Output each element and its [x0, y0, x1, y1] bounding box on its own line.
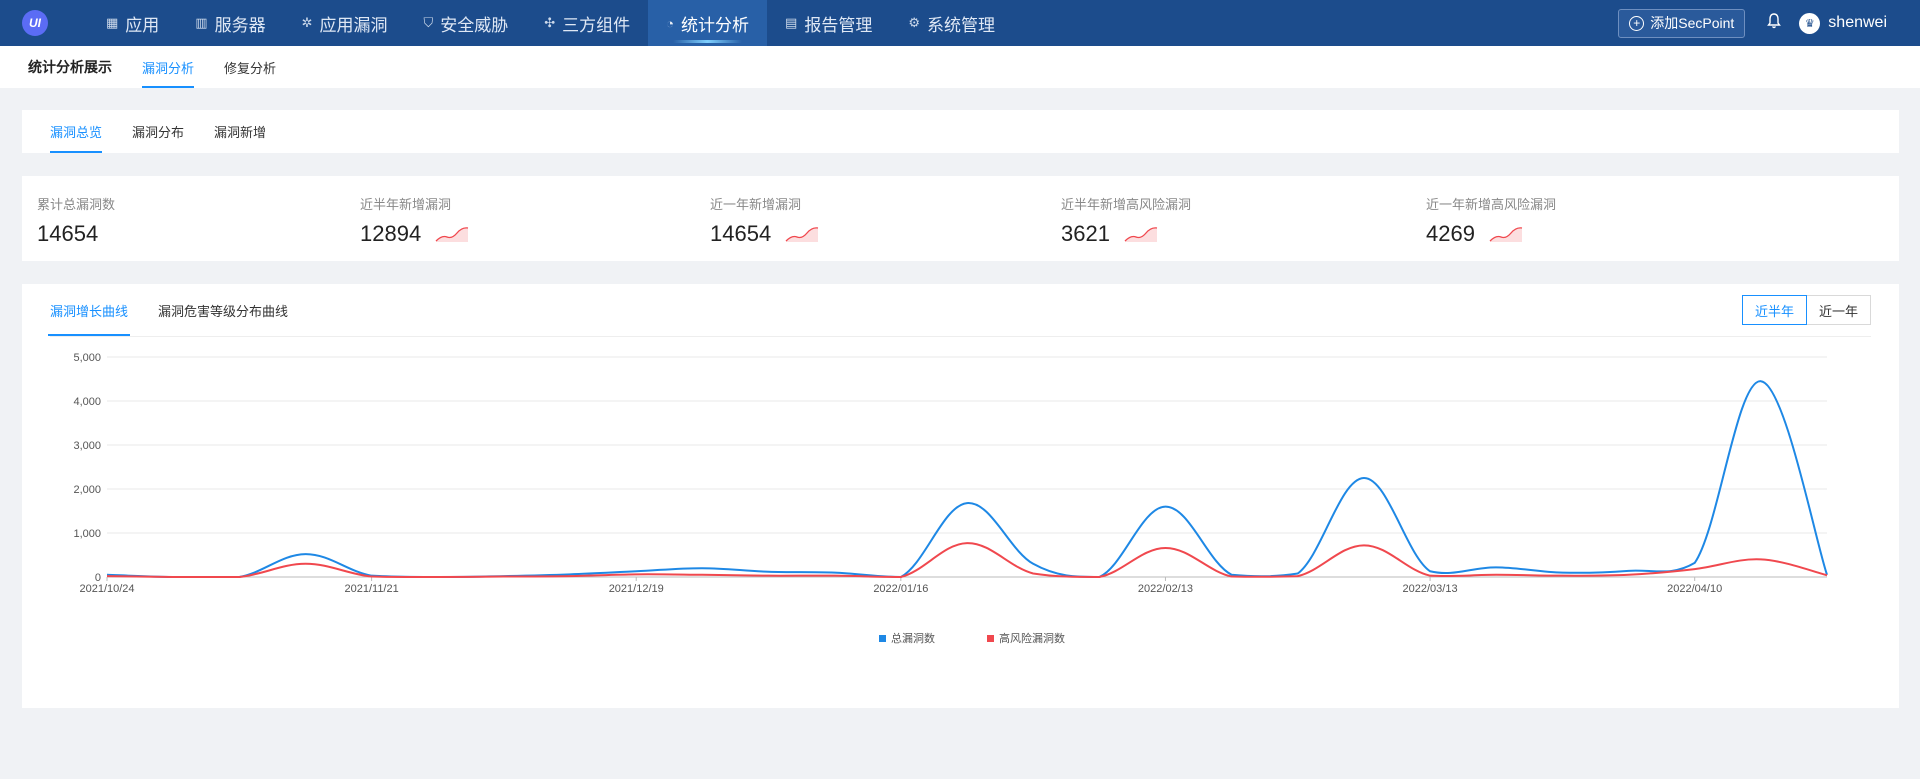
sparkline-icon — [1124, 227, 1158, 242]
server-icon: ▥ — [195, 15, 208, 30]
nav-item-label: 系统管理 — [926, 15, 995, 35]
component-icon: ✣ — [544, 15, 556, 30]
legend-swatch — [987, 635, 994, 642]
x-tick-label: 2022/03/13 — [1403, 583, 1458, 595]
stat-value: 3621 — [1061, 221, 1110, 246]
legend-label: 总漏洞数 — [891, 631, 935, 645]
stat-value-row: 3621 — [1061, 221, 1191, 247]
stat-item: 近一年新增漏洞 14654 — [710, 194, 819, 247]
range-one-year-button[interactable]: 近一年 — [1806, 295, 1871, 325]
subnav-tab-fix-analysis[interactable]: 修复分析 — [224, 46, 276, 88]
nav-item-label: 三方组件 — [562, 15, 631, 35]
range-half-year-button[interactable]: 近半年 — [1741, 295, 1807, 325]
stat-item: 近半年新增漏洞 12894 — [360, 194, 469, 247]
plus-circle-icon: + — [1629, 15, 1645, 31]
stat-label: 近半年新增高风险漏洞 — [1061, 197, 1192, 212]
y-tick-label: 3,000 — [73, 440, 101, 452]
shield-icon: ⛉ — [423, 15, 434, 30]
y-tick-label: 5,000 — [73, 352, 101, 364]
tab-vuln-distribution[interactable]: 漏洞分布 — [132, 110, 184, 153]
report-icon: ▤ — [785, 15, 798, 30]
pie-chart-icon: ◔ — [666, 15, 675, 31]
username: shenwei — [1828, 14, 1887, 31]
subnav-tab-vuln-analysis[interactable]: 漏洞分析 — [142, 46, 195, 88]
bug-icon: ✲ — [301, 15, 313, 30]
stat-item: 累计总漏洞数 14654 — [37, 194, 115, 247]
nav-item-6[interactable]: ▤ 报告管理 — [767, 0, 890, 46]
tab-vuln-overview[interactable]: 漏洞总览 — [50, 110, 103, 153]
main-nav: ▦ 应用 ▥ 服务器 ✲ 应用漏洞 ⛉ 安全威胁 ✣ 三方组件 ◔ 统计分析 ▤ 报告管理 ⚙ 系统管理 — [88, 0, 1013, 46]
range-toggle: 近半年 近一年 — [1741, 295, 1871, 325]
grid-icon: ▦ — [106, 15, 119, 30]
legend-label: 高风险漏洞数 — [999, 631, 1065, 645]
nav-item-3[interactable]: ⛉ 安全威胁 — [406, 0, 527, 46]
nav-item-label: 服务器 — [214, 15, 266, 35]
top-right-area: + 添加SecPoint ♛ shenwei — [1618, 0, 1920, 46]
nav-item-label: 安全威胁 — [440, 15, 509, 35]
stat-value: 4269 — [1426, 221, 1475, 246]
tab-growth-curve[interactable]: 漏洞增长曲线 — [47, 284, 131, 336]
vuln-growth-line-chart: 01,0002,0003,0004,0005,0002021/10/24 2021… — [73, 352, 1828, 645]
add-secpoint-label: 添加SecPoint — [1650, 15, 1735, 31]
x-tick-label: 2022/04/10 — [1667, 583, 1722, 595]
x-tick-label: 2021/12/19 — [609, 583, 664, 595]
nav-item-1[interactable]: ▥ 服务器 — [177, 0, 283, 46]
stat-value: 14654 — [37, 221, 99, 246]
sub-navbar: 统计分析展示 漏洞分析 修复分析 — [0, 46, 1920, 88]
x-tick-label: 2021/11/21 — [344, 583, 398, 595]
sparkline-icon — [785, 227, 819, 242]
stats-card: 累计总漏洞数 14654 近半年新增漏洞 12894 近一年新增漏洞 14654 近半年新增… — [22, 176, 1899, 261]
stat-value-row: 4269 — [1426, 221, 1556, 247]
stat-item: 近一年新增高风险漏洞 4269 — [1426, 194, 1556, 247]
x-tick-label: 2021/10/24 — [79, 583, 134, 595]
stat-label: 近一年新增高风险漏洞 — [1426, 197, 1557, 212]
nav-item-label: 应用漏洞 — [319, 15, 388, 35]
stat-label: 近半年新增漏洞 — [360, 197, 452, 212]
top-navbar: UI ▦ 应用 ▥ 服务器 ✲ 应用漏洞 ⛉ 安全威胁 ✣ 三方组件 ◔ 统计分析 ▤ 报告管理 ⚙ 系统管理… — [0, 0, 1920, 46]
nav-item-label: 报告管理 — [804, 15, 873, 35]
user-menu[interactable]: ♛ shenwei — [1799, 12, 1887, 34]
stat-value-row: 14654 — [710, 221, 819, 247]
add-secpoint-button[interactable]: + 添加SecPoint — [1618, 8, 1746, 38]
app-logo-icon[interactable]: UI — [22, 10, 48, 36]
sparkline-icon — [1489, 227, 1523, 242]
nav-item-label: 统计分析 — [681, 15, 750, 35]
chart-tabs: 漏洞增长曲线 漏洞危害等级分布曲线 — [47, 284, 318, 336]
nav-item-4[interactable]: ✣ 三方组件 — [526, 0, 648, 46]
series-line-0 — [106, 380, 1828, 579]
crown-avatar-icon: ♛ — [1799, 12, 1821, 34]
gear-icon: ⚙ — [908, 15, 920, 30]
stat-value: 12894 — [360, 221, 422, 246]
section-title: 统计分析展示 — [28, 59, 112, 75]
tab-severity-curve[interactable]: 漏洞危害等级分布曲线 — [158, 284, 288, 336]
chart-card: 漏洞增长曲线 漏洞危害等级分布曲线 近半年 近一年 0 1,000 2,000 3,0… — [22, 284, 1899, 708]
nav-item-2[interactable]: ✲ 应用漏洞 — [284, 0, 406, 46]
legend-swatch — [879, 635, 886, 642]
stat-label: 累计总漏洞数 — [37, 197, 116, 212]
stat-label: 近一年新增漏洞 — [710, 197, 802, 212]
nav-item-7[interactable]: ⚙ 系统管理 — [890, 0, 1013, 46]
sparkline-icon — [435, 227, 469, 242]
nav-item-0[interactable]: ▦ 应用 — [88, 0, 177, 46]
bell-icon[interactable] — [1767, 13, 1782, 33]
x-tick-label: 2022/02/13 — [1138, 583, 1193, 595]
nav-item-label: 应用 — [125, 15, 160, 35]
tab-vuln-new[interactable]: 漏洞新增 — [214, 110, 266, 153]
y-tick-label: 2,000 — [73, 484, 101, 496]
stat-value-row: 12894 — [360, 221, 469, 247]
nav-item-5[interactable]: ◔ 统计分析 — [648, 0, 768, 46]
y-tick-label: 1,000 — [73, 528, 101, 540]
y-tick-label: 4,000 — [73, 396, 101, 408]
x-tick-label: 2022/01/16 — [873, 583, 928, 595]
stat-item: 近半年新增高风险漏洞 3621 — [1061, 194, 1191, 247]
stat-value: 14654 — [710, 221, 772, 246]
vuln-tabs-card: 漏洞总览 漏洞分布 漏洞新增 — [22, 110, 1899, 153]
stat-value-row: 14654 — [37, 221, 115, 247]
